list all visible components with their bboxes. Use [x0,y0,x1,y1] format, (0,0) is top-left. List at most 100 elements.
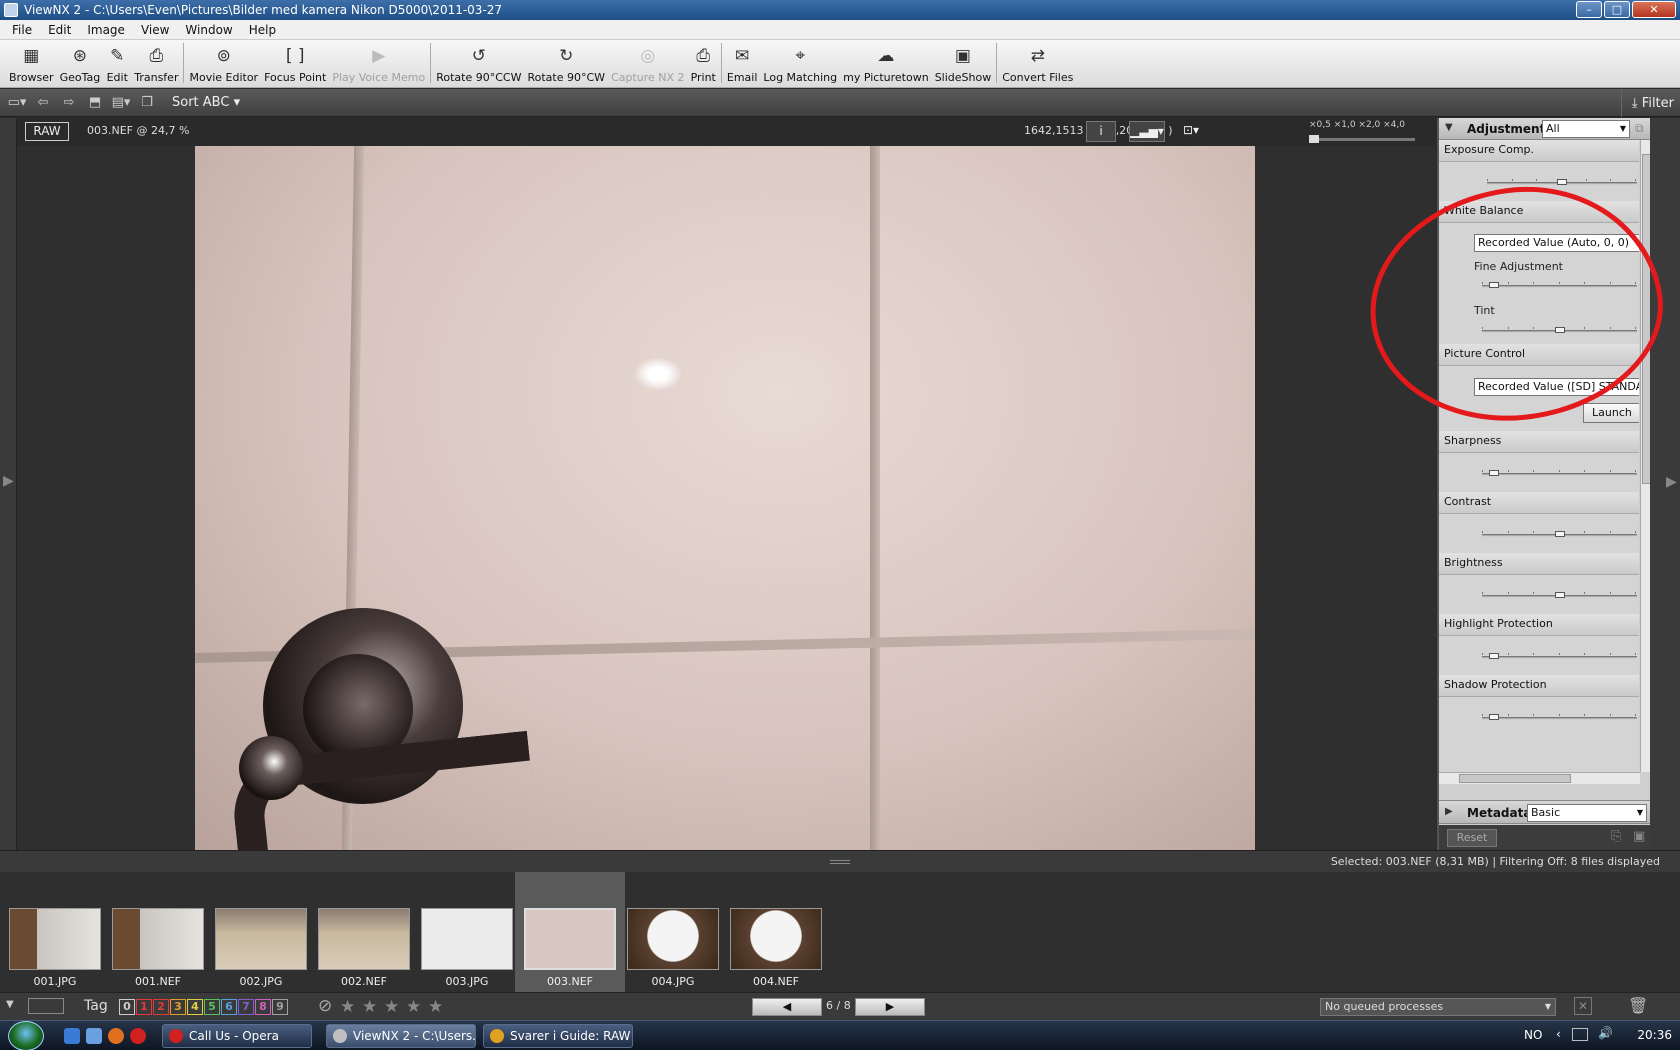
adjustments-filter-select[interactable]: All ▼ [1542,120,1630,138]
menu-file[interactable]: File [12,23,32,37]
slider-handle[interactable] [1555,531,1565,537]
tag-5-button[interactable]: 5 [204,999,220,1015]
white-balance-select[interactable]: Recorded Value (Auto, 0, 0) [1474,234,1639,252]
slider-handle[interactable] [1489,714,1499,720]
toolbar-rotate-90-cw-button[interactable]: ↻ Rotate 90°CW [524,41,608,87]
folder-up-icon[interactable]: ⬒ [84,94,106,112]
toolbar-print-button[interactable]: ⎙ Print [688,41,719,87]
right-panel-toggle[interactable]: ▶ [1650,118,1680,850]
brightness-slider[interactable] [1482,592,1637,598]
forward-icon[interactable]: ⇨ [58,94,80,112]
scrollbar-thumb[interactable] [1459,774,1571,783]
firefox-icon[interactable] [108,1028,124,1044]
network-icon[interactable] [1572,1028,1588,1041]
close-button[interactable]: ✕ [1632,1,1676,18]
zoom-slider[interactable] [1309,138,1415,141]
menu-help[interactable]: Help [249,23,276,37]
taskbar-task-1[interactable]: Call Us - Opera [162,1024,312,1048]
fit-screen-button[interactable]: ⊡▾ [1175,121,1207,142]
tag-0-button[interactable]: 0 [119,999,135,1015]
thumbnail-001-nef[interactable]: 001.NEF [103,872,213,992]
minimize-button[interactable]: – [1576,1,1602,18]
toolbar-my-picturetown-button[interactable]: ☁ my Picturetown [840,41,932,87]
rating-star-1-icon[interactable]: ★ [340,997,355,1017]
tag-6-button[interactable]: 6 [221,999,237,1015]
explorer-icon[interactable] [86,1028,102,1044]
slider-handle[interactable] [1557,179,1567,185]
menu-view[interactable]: View [141,23,169,37]
no-rating-icon[interactable]: ⊘ [318,996,332,1016]
folder-icon[interactable]: ▤▾ [110,94,132,112]
tag-4-button[interactable]: 4 [187,999,203,1015]
contrast-slider[interactable] [1482,531,1637,537]
copy-icon[interactable]: ⧉ [1635,121,1644,136]
zoom-slider-handle[interactable] [1309,135,1319,143]
toolbar-email-button[interactable]: ✉ Email [724,41,761,87]
previous-button[interactable]: ◀ [752,998,822,1016]
expand-icon[interactable]: ▶ [1445,806,1453,817]
reset-button[interactable]: Reset [1447,829,1497,847]
slider-handle[interactable] [1489,653,1499,659]
toolbar-capture-nx-2-button[interactable]: ◎ Capture NX 2 [608,41,688,87]
tag-1-button[interactable]: 1 [136,999,152,1015]
cancel-queue-icon[interactable]: ✕ [1574,997,1592,1015]
window-icon[interactable]: ❐ [136,94,158,112]
toolbar-movie-editor-button[interactable]: ⊚ Movie Editor [186,41,261,87]
left-panel-toggle[interactable]: ▶ [0,118,17,850]
tag-3-button[interactable]: 3 [170,999,186,1015]
queue-status-select[interactable]: No queued processes ▼ [1320,998,1556,1016]
toolbar-log-matching-button[interactable]: ⌖ Log Matching [760,41,840,87]
maximize-button[interactable]: □ [1604,1,1630,18]
toolbar-edit-button[interactable]: ✎ Edit [103,41,131,87]
save-icon[interactable]: ▣ [1633,829,1645,844]
toolbar-browser-button[interactable]: ▦ Browser [6,41,57,87]
metadata-select[interactable]: Basic ▼ [1527,804,1647,822]
menu-window[interactable]: Window [185,23,232,37]
tag-8-button[interactable]: 8 [255,999,271,1015]
thumbnail-size-icon[interactable] [28,998,64,1014]
chevron-down-icon[interactable]: ▼ [6,999,14,1010]
toolbar-convert-files-button[interactable]: ⇄ Convert Files [999,41,1076,87]
metadata-header[interactable]: ▶ Metadata Basic ▼ [1439,800,1652,824]
resize-grip[interactable] [830,860,850,864]
tag-2-button[interactable]: 2 [153,999,169,1015]
slider-handle[interactable] [1555,327,1565,333]
histogram-button[interactable]: ▁▃▅▾ [1129,121,1165,142]
opera-icon[interactable] [130,1028,146,1044]
shadow-protection-slider[interactable] [1482,714,1637,720]
next-button[interactable]: ▶ [855,998,925,1016]
slider-handle[interactable] [1555,592,1565,598]
info-button[interactable]: i [1086,121,1116,142]
toolbar-slideshow-button[interactable]: ▣ SlideShow [932,41,995,87]
exposure-slider[interactable] [1487,179,1637,185]
rating-star-3-icon[interactable]: ★ [384,997,399,1017]
back-icon[interactable]: ⇦ [32,94,54,112]
slider-handle[interactable] [1489,282,1499,288]
toolbar-focus-point-button[interactable]: [ ] Focus Point [261,41,329,87]
picture-control-select[interactable]: Recorded Value ([SD] STANDARD) [1474,378,1639,396]
launch-button[interactable]: Launch [1583,403,1639,423]
toolbar-transfer-button[interactable]: ⎙ Transfer [131,41,181,87]
show-desktop-icon[interactable] [64,1028,80,1044]
toolbar-play-voice-memo-button[interactable]: ▶ Play Voice Memo [329,41,428,87]
thumbnail-003-jpg[interactable]: 003.JPG [412,872,522,992]
language-indicator[interactable]: NO [1524,1028,1542,1042]
thumbnail-002-nef[interactable]: 002.NEF [309,872,419,992]
toolbar-rotate-90-ccw-button[interactable]: ↺ Rotate 90°CCW [433,41,524,87]
thumbnail-004-nef[interactable]: 004.NEF [721,872,831,992]
adjustments-header[interactable]: ▼ Adjustments All ▼ ⧉ [1439,118,1652,140]
tag-9-button[interactable]: 9 [272,999,288,1015]
rating-star-4-icon[interactable]: ★ [406,997,421,1017]
layout-icon[interactable]: ▭▾ [6,94,28,112]
menu-edit[interactable]: Edit [48,23,71,37]
rating-star-2-icon[interactable]: ★ [362,997,377,1017]
thumbnail-003-nef[interactable]: 003.NEF [515,872,625,992]
taskbar-task-2[interactable]: ViewNX 2 - C:\Users... [326,1024,476,1048]
taskbar-task-3[interactable]: Svarer i Guide: RAW ... [483,1024,633,1048]
volume-icon[interactable]: 🔊 [1598,1026,1613,1040]
thumbnail-001-jpg[interactable]: 001.JPG [0,872,110,992]
thumbnail-002-jpg[interactable]: 002.JPG [206,872,316,992]
thumbnail-004-jpg[interactable]: 004.JPG [618,872,728,992]
highlight-protection-slider[interactable] [1482,653,1637,659]
menu-image[interactable]: Image [87,23,125,37]
